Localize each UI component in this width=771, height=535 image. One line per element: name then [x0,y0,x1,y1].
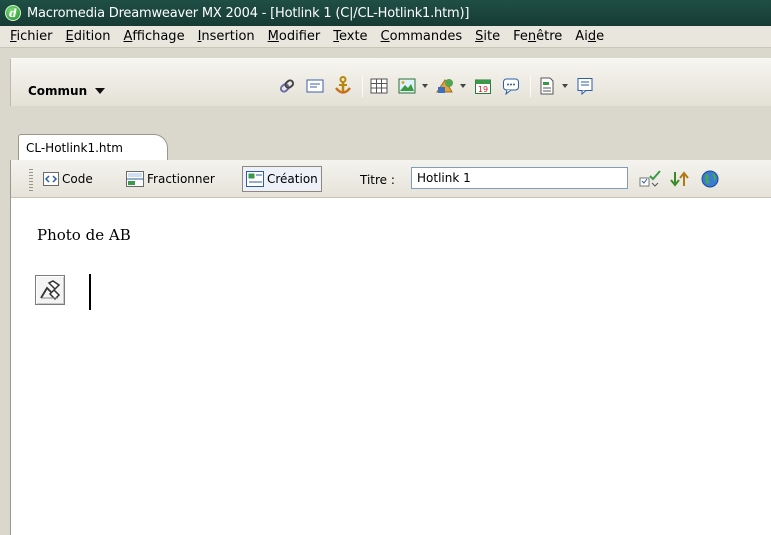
svg-text:19: 19 [478,85,488,94]
split-icon [126,171,144,187]
title-label: Titre : [360,173,395,187]
insert-icons: 19 [276,74,602,98]
code-view-button[interactable]: Code [39,166,97,192]
validate-markup-icon[interactable] [639,168,661,190]
tab-document[interactable]: CL-Hotlink1.htm [18,134,168,160]
design-view-button[interactable]: Création [242,166,322,192]
menu-affichage[interactable]: Affichage [117,29,191,44]
design-canvas[interactable]: Photo de AB [11,198,771,535]
chevron-down-icon [95,88,106,94]
menu-commandes[interactable]: Commandes [375,29,470,44]
content-paragraph: Photo de AB [37,226,131,244]
document-area: CL-Hotlink1.htm Code Fractionner Créatio… [0,128,771,535]
split-view-label: Fractionner [147,172,215,186]
window-title: Macromedia Dreamweaver MX 2004 - [Hotlin… [27,5,470,21]
toolbar-separator [530,75,531,97]
menu-fichier[interactable]: Fichier [4,29,60,44]
document-toolbar: Code Fractionner Création Titre : [11,160,771,198]
menu-edition[interactable]: Edition [60,29,118,44]
design-icon [246,171,264,187]
code-icon [43,172,59,186]
tab-label: CL-Hotlink1.htm [26,140,123,155]
text-cursor [89,274,91,310]
file-transfer-icon[interactable] [669,168,691,190]
preview-browser-icon[interactable] [699,168,721,190]
template-icon[interactable] [536,75,558,97]
toolbar-separator [362,75,363,97]
media-icon[interactable] [434,75,456,97]
menu-site[interactable]: Site [469,29,507,44]
email-link-icon[interactable] [304,75,326,97]
menu-modifier[interactable]: Modifier [262,29,328,44]
broken-image-icon[interactable] [35,275,65,305]
menu-aide[interactable]: Aide [569,29,611,44]
split-view-button[interactable]: Fractionner [122,166,219,192]
title-input[interactable] [411,167,628,189]
hyperlink-icon[interactable] [276,75,298,97]
comment-icon[interactable] [500,75,522,97]
document-toolbar-icons [639,168,729,190]
menu-fenetre[interactable]: Fenêtre [507,29,569,44]
tag-chooser-icon[interactable] [574,75,596,97]
chevron-down-icon[interactable] [460,84,466,88]
document-window: Code Fractionner Création Titre : Hotlin… [10,160,771,535]
toolbar-grip[interactable] [29,169,33,191]
design-view-label: Création [267,172,318,186]
menu-insertion[interactable]: Insertion [192,29,262,44]
code-view-label: Code [62,172,93,186]
table-icon[interactable] [368,75,390,97]
dreamweaver-icon[interactable]: d [5,5,21,21]
chevron-down-icon[interactable] [562,84,568,88]
insert-toolbar: Commun 19 [0,48,771,128]
title-bar: d Macromedia Dreamweaver MX 2004 - [Hotl… [0,0,771,26]
menu-texte[interactable]: Texte [327,29,374,44]
insert-category-label: Commun [28,84,88,98]
image-icon[interactable] [396,75,418,97]
insert-category-dropdown[interactable]: Commun [28,84,106,98]
named-anchor-icon[interactable] [332,75,354,97]
chevron-down-icon[interactable] [422,84,428,88]
menu-bar: Fichier Edition Affichage Insertion Modi… [0,26,771,48]
date-icon[interactable]: 19 [472,75,494,97]
